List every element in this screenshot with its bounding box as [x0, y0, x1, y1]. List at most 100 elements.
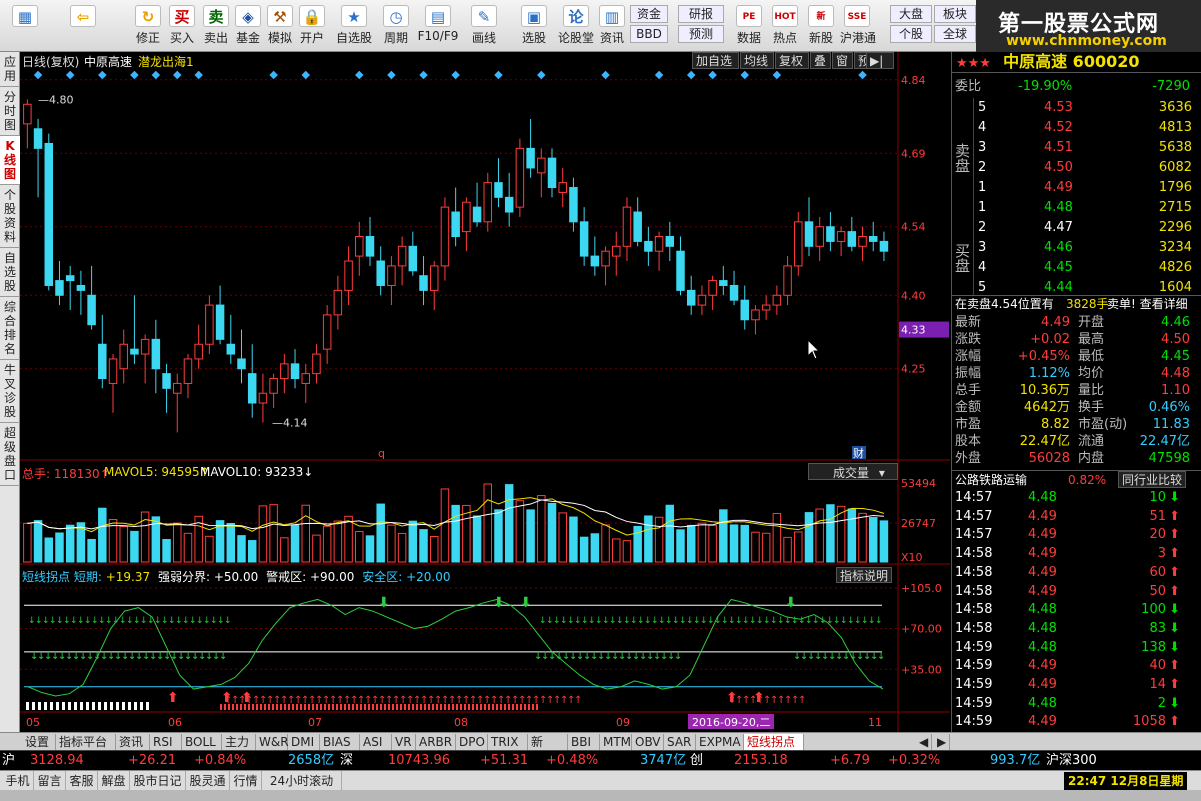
- toolbar-refresh-button[interactable]: ↻ 修正: [132, 3, 164, 49]
- indicator-tab-9[interactable]: ASI: [360, 734, 392, 750]
- toolbar-label: 周期: [383, 31, 408, 45]
- current-price-text: 4.33: [901, 324, 926, 337]
- indicator-tab-7[interactable]: DMI: [288, 734, 320, 750]
- volume-bar: [719, 509, 728, 563]
- leftnav-item-7[interactable]: 超级盘口: [0, 423, 20, 486]
- toolbar-f10-button[interactable]: ▤ F10/F9: [416, 3, 460, 49]
- bottom-item-5[interactable]: 股灵通: [186, 771, 230, 791]
- indicator-tab-19[interactable]: EXPMA: [696, 734, 744, 750]
- toolbar-sell-button[interactable]: 卖卖出: [200, 3, 232, 49]
- tick-volume: 100: [1141, 602, 1166, 618]
- toolbar-market-3-button[interactable]: 全球: [934, 25, 976, 43]
- toolbar-new-stock-button[interactable]: 新新股: [804, 3, 838, 49]
- chart-btn-1[interactable]: 均线: [740, 52, 774, 69]
- indicator-tab-15[interactable]: BBI: [568, 734, 600, 750]
- bottom-item-6[interactable]: 行情: [230, 771, 262, 791]
- bottom-signal-bar: [316, 704, 318, 710]
- chart-btn-3[interactable]: 叠: [810, 52, 831, 69]
- indicator-tab-8[interactable]: BIAS: [320, 734, 360, 750]
- indicator-tab-3[interactable]: RSI: [150, 734, 182, 750]
- lock-icon: 🔒: [299, 5, 325, 27]
- toolbar-star-button[interactable]: ★ 自选股: [332, 3, 376, 49]
- stat-value: 22.47亿: [1019, 434, 1070, 449]
- bottom-item-7[interactable]: 24小时滚动: [262, 771, 342, 791]
- toolbar-screen-button[interactable]: ▣ 选股: [514, 3, 554, 49]
- indicator-tab-20[interactable]: 短线拐点: [744, 734, 804, 750]
- indicator-tab-10[interactable]: VR: [392, 734, 416, 750]
- toolbar-back-arrow-button[interactable]: ⇦: [60, 3, 106, 49]
- leftnav-char: 选: [3, 265, 16, 279]
- chart-btn-4[interactable]: 窗: [832, 52, 853, 69]
- chart-canvas[interactable]: 4.84 4.69 4.54 4.40 4.25 4.33 —4.80 —4.14 q 财 5349…: [20, 52, 950, 732]
- indicator-tab-17[interactable]: OBV: [632, 734, 664, 750]
- toolbar-fund-button[interactable]: ◈ 基金: [232, 3, 264, 49]
- toolbar-clock-button[interactable]: ◷ 周期: [378, 3, 414, 49]
- indicator-tab-16[interactable]: MTM: [600, 734, 632, 750]
- bottom-item-0[interactable]: 手机: [2, 771, 34, 791]
- candle-body: [376, 260, 385, 286]
- toolbar-funds-button[interactable]: 资金: [630, 5, 668, 23]
- toolbar-sse-hk-button[interactable]: SSE 沪港通: [840, 3, 876, 49]
- leftnav-item-4[interactable]: 自选股: [0, 248, 20, 297]
- bottom-item-1[interactable]: 留言: [34, 771, 66, 791]
- toolbar-market-2-button[interactable]: 个股: [890, 25, 932, 43]
- tick-volume: 3: [1157, 546, 1166, 562]
- leftnav-item-2[interactable]: K线图: [0, 136, 20, 185]
- toolbar-forum-button[interactable]: 论论股堂: [556, 3, 596, 49]
- bottom-signal-bar: [92, 702, 95, 710]
- toolbar-research-button[interactable]: 研报: [678, 5, 724, 23]
- toolbar-forecast-button[interactable]: 预测: [678, 25, 724, 43]
- leftnav-item-6[interactable]: 牛叉诊股: [0, 360, 20, 423]
- indicator-tab-1[interactable]: 指标平台: [56, 734, 116, 750]
- toolbar-buy-button[interactable]: 买买入: [166, 3, 198, 49]
- leftnav-item-5[interactable]: 综合排名: [0, 297, 20, 360]
- candle-body: [408, 245, 418, 272]
- mavol10-label: MAVOL10: 93233↓: [200, 465, 314, 479]
- toolbar-bbd-button[interactable]: BBD: [630, 25, 668, 43]
- bottom-item-4[interactable]: 股市日记: [130, 771, 186, 791]
- bottom-item-3[interactable]: 解盘: [98, 771, 130, 791]
- indicator-tab-11[interactable]: ARBR: [416, 734, 456, 750]
- leftnav-item-3[interactable]: 个股资料: [0, 185, 20, 248]
- toolbar-pen-button[interactable]: ✎ 画线: [464, 3, 504, 49]
- indicator-tab-12[interactable]: DPO: [456, 734, 488, 750]
- leftnav-item-0[interactable]: 应用: [0, 52, 20, 87]
- toolbar-windows-button[interactable]: ▦: [2, 3, 48, 49]
- indicator-tab-13[interactable]: TRIX: [488, 734, 528, 750]
- toolbar-market-1-button[interactable]: 板块: [934, 5, 976, 23]
- toolbar-hammer-button[interactable]: ⚒ 模拟: [264, 3, 296, 49]
- indicator-tab-18[interactable]: SAR: [664, 734, 696, 750]
- toolbar-market-0-button[interactable]: 大盘: [890, 5, 932, 23]
- scroll-right-icon[interactable]: ▶: [934, 734, 950, 750]
- volume-bar: [419, 529, 428, 563]
- indicator-tab-4[interactable]: BOLL: [182, 734, 222, 750]
- toolbar-news-button[interactable]: ▥ 资讯: [598, 3, 626, 49]
- tick-time: 14:58: [955, 546, 993, 562]
- leftnav-item-1[interactable]: 分时图: [0, 87, 20, 136]
- chart-btn-2[interactable]: 复权: [775, 52, 809, 69]
- order-alert-row[interactable]: 在卖盘4.54位置有 3828手 卖单! 查看详细: [952, 295, 1201, 312]
- candle-body: [451, 211, 460, 238]
- indicator-tab-6[interactable]: W&R: [256, 734, 289, 750]
- period-label: 日线(复权): [22, 55, 80, 69]
- indicator-tab-14[interactable]: 新DMA: [528, 734, 568, 765]
- industry-row[interactable]: 公路铁路运输 0.82% 同行业比较: [952, 470, 1201, 488]
- indicator-tab-2[interactable]: 资讯: [116, 734, 150, 750]
- finance-marker: 财: [853, 446, 864, 460]
- chart-btn-0[interactable]: 加自选: [692, 52, 739, 69]
- volume-dropdown[interactable]: 成交量 ▾: [808, 463, 898, 480]
- toolbar-lock-button[interactable]: 🔒 开户: [296, 3, 328, 49]
- industry-compare-button[interactable]: 同行业比较: [1118, 471, 1187, 488]
- chart-lock-icon[interactable]: ▶|: [866, 52, 894, 69]
- arrow-up-icon: ⬆: [1169, 527, 1180, 543]
- kline-chart-panel[interactable]: 4.84 4.69 4.54 4.40 4.25 4.33 —4.80 —4.14 q 财 5349…: [20, 52, 950, 732]
- bottom-item-2[interactable]: 客服: [66, 771, 98, 791]
- toolbar-pe-button[interactable]: PE 数据: [732, 3, 766, 49]
- toolbar-hot-button[interactable]: HOT 热点: [768, 3, 802, 49]
- indicator-tab-0[interactable]: 设置: [22, 734, 56, 750]
- volume-bar: [740, 524, 749, 563]
- indicator-tab-5[interactable]: 主力: [222, 734, 256, 750]
- volume-bar: [815, 508, 824, 563]
- scroll-left-icon[interactable]: ◀: [916, 734, 932, 750]
- indicator-help-button[interactable]: 指标说明: [836, 567, 893, 583]
